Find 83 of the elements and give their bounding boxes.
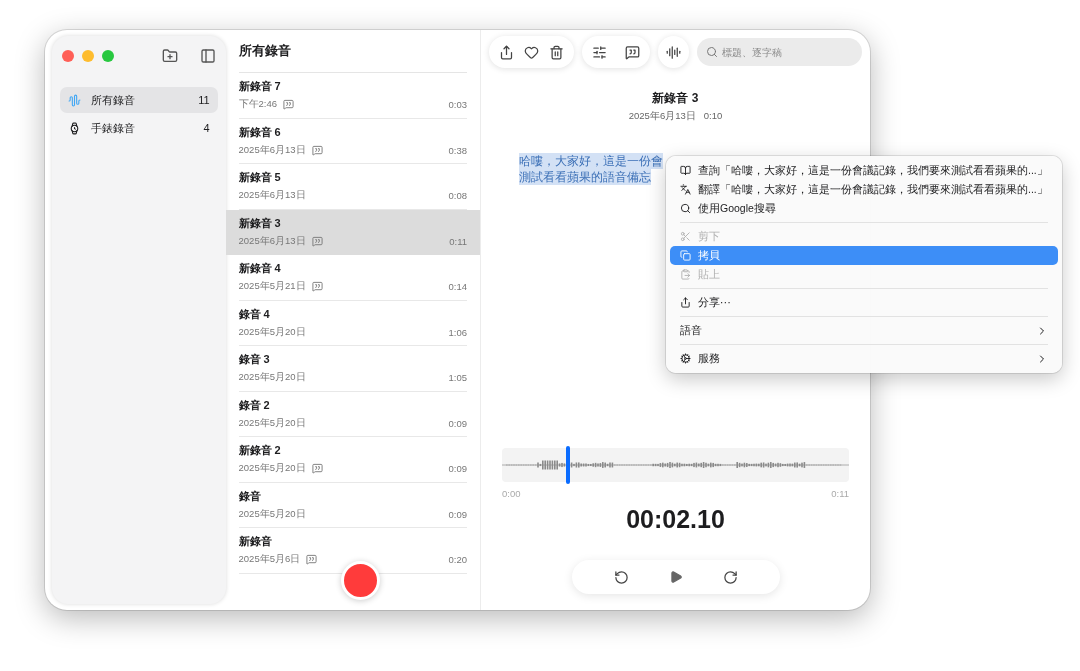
scrubber-track[interactable] (502, 448, 849, 482)
recording-date: 2025年6月13日 (238, 234, 306, 248)
recording-title: 新錄音 4 (238, 261, 282, 276)
recording-title: 新錄音 3 (238, 215, 282, 231)
recording-date: 2025年6月13日 (238, 143, 306, 157)
waveform-icon (68, 93, 81, 107)
recording-duration: 0:09 (448, 463, 467, 474)
recording-duration: 0:09 (448, 417, 467, 429)
new-folder-icon[interactable] (161, 48, 178, 64)
recording-duration: 0:38 (448, 144, 467, 156)
recording-row[interactable]: 新錄音 3 2025年6月13日 0:11 (225, 209, 480, 255)
recording-duration: 0:08 (448, 190, 467, 201)
copy-icon (680, 250, 691, 261)
recording-row[interactable]: 錄音 4 2025年5月20日 1:06 (225, 300, 480, 346)
recording-length: 0:10 (703, 110, 723, 123)
start-time: 0:00 (502, 488, 521, 499)
recording-title: 錄音 2 (238, 397, 271, 413)
recording-row[interactable]: 新錄音 7 下午2:46 0:03 (225, 73, 480, 119)
recording-duration: 0:14 (448, 281, 467, 292)
gear-icon (680, 353, 691, 364)
search-icon (680, 203, 691, 214)
recording-date: 2025年5月20日 (238, 462, 306, 475)
record-button[interactable] (341, 561, 380, 600)
book-icon (680, 165, 691, 176)
recording-row[interactable]: 新錄音 2025年5月6日 0:20 (225, 528, 480, 574)
sidebar-item[interactable]: 所有錄音 11 (60, 87, 218, 113)
recording-date: 2025年6月13日 (238, 189, 306, 202)
recording-title: 新錄音 2 (238, 443, 282, 458)
recording-date: 2025年5月20日 (238, 416, 306, 430)
recording-title: 錄音 4 (238, 306, 271, 322)
share-icon (680, 297, 691, 308)
recording-title: 錄音 (238, 488, 262, 504)
end-time: 0:11 (831, 488, 849, 499)
item-count: 4 (203, 122, 210, 134)
menu-item[interactable]: 使用Google搜尋 (670, 199, 1058, 218)
sidebar-toggle-icon[interactable] (199, 48, 216, 64)
recording-title: 新錄音 6 (238, 124, 282, 140)
recording-title: 新錄音 5 (238, 170, 282, 185)
playhead[interactable] (565, 446, 570, 484)
menu-item[interactable]: 查詢「哈嘍，大家好，這是一份會議記錄，我們要來測試看看蘋果的...」 (670, 161, 1058, 180)
menu-item[interactable]: 語音 (670, 321, 1058, 340)
menu-item[interactable]: 服務 (670, 349, 1058, 368)
recording-row[interactable]: 新錄音 4 2025年5月21日 0:14 (225, 255, 480, 301)
recording-duration: 1:06 (448, 326, 467, 338)
transcript-text: 哈嘍，大家好，這是一份會 (519, 153, 663, 169)
sidebar-item[interactable]: 手錶錄音 4 (60, 115, 218, 141)
recording-duration: 0:09 (448, 508, 467, 520)
recording-duration: 1:05 (448, 372, 467, 383)
sidebar-label: 所有錄音 (91, 92, 136, 108)
recording-date: 2025年5月20日 (238, 371, 306, 384)
menu-item[interactable]: 分享⋯ (670, 293, 1058, 312)
recording-duration: 0:11 (449, 235, 467, 247)
search-field[interactable]: 標題、逐字稿 (697, 38, 862, 66)
close-button[interactable] (62, 50, 74, 62)
translate-icon (680, 184, 691, 195)
recording-date: 2025年5月6日 (238, 553, 301, 566)
recording-date: 2025年5月20日 (238, 507, 306, 521)
recording-date: 2025年5月21日 (238, 280, 306, 293)
item-count: 11 (198, 94, 210, 106)
recording-date: 下午2:46 (238, 98, 278, 111)
sidebar-label: 手錶錄音 (91, 120, 136, 136)
recording-row[interactable]: 新錄音 5 2025年6月13日 0:08 (225, 164, 480, 210)
list-title: 所有錄音 (238, 42, 291, 60)
playback-timer: 00:02.10 (626, 505, 725, 534)
recording-title: 新錄音 (238, 534, 273, 549)
recording-row[interactable]: 新錄音 6 2025年6月13日 0:38 (225, 118, 480, 164)
recording-date: 2025年5月20日 (238, 325, 306, 339)
clipboard-icon (680, 269, 691, 280)
recording-row[interactable]: 錄音 2 2025年5月20日 0:09 (225, 391, 480, 437)
recording-duration: 0:03 (448, 99, 467, 110)
recording-title: 錄音 3 (238, 352, 271, 367)
recording-heading: 新錄音 3 (652, 90, 699, 107)
search-icon (706, 46, 718, 58)
transcript-text: 測試看看蘋果的語音備忘 (519, 169, 651, 185)
scissors-icon (680, 231, 691, 242)
watch-icon (68, 121, 81, 135)
recording-title: 新錄音 7 (238, 79, 282, 94)
recording-row[interactable]: 錄音 3 2025年5月20日 1:05 (225, 346, 480, 392)
recording-row[interactable]: 新錄音 2 2025年5月20日 0:09 (225, 437, 480, 483)
menu-item[interactable]: 翻譯「哈嘍，大家好，這是一份會議記錄，我們要來測試看看蘋果的...」 (670, 180, 1058, 199)
recording-date: 2025年6月13日 (628, 110, 696, 123)
recording-duration: 0:20 (448, 554, 467, 565)
recording-row[interactable]: 錄音 2025年5月20日 0:09 (225, 482, 480, 528)
